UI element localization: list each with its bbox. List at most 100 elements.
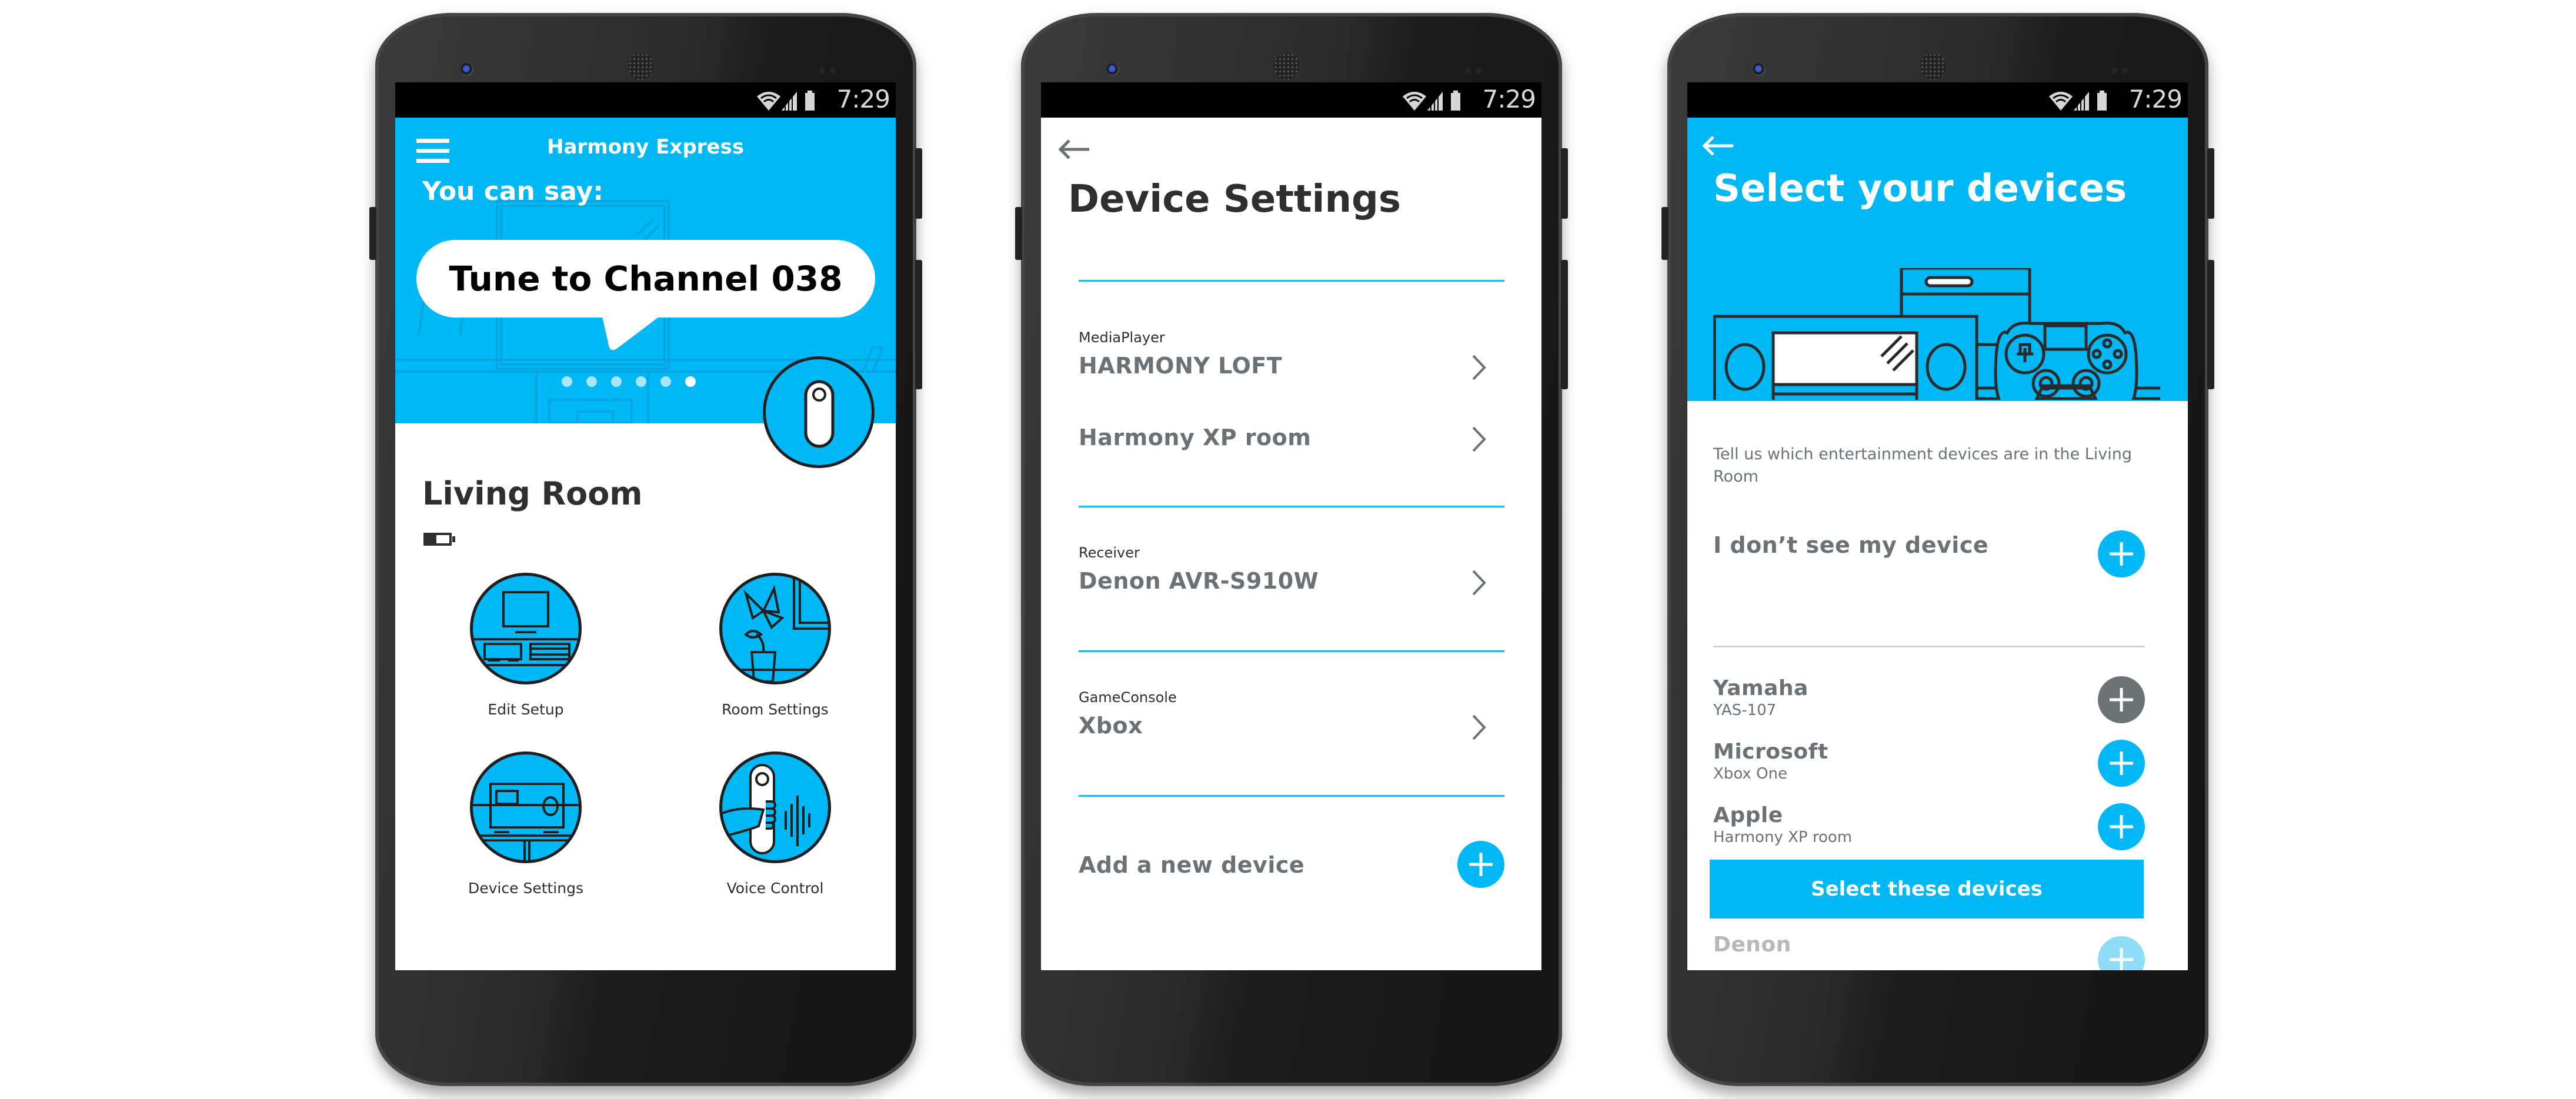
plant-room-icon xyxy=(719,573,831,684)
remote-button[interactable] xyxy=(763,356,875,468)
proximity-sensor xyxy=(1465,65,1489,74)
device-model: Harmony XP room xyxy=(1713,829,1853,846)
group-receiver: Receiver xyxy=(1079,545,1504,561)
clock: 7:29 xyxy=(2128,85,2183,113)
clock: 7:29 xyxy=(1482,85,1536,113)
device-brand: Denon xyxy=(1713,933,1791,957)
device-add-toggle[interactable] xyxy=(2098,740,2145,787)
tile-edit-setup[interactable]: Edit Setup xyxy=(438,573,614,718)
device-selected-toggle[interactable] xyxy=(2098,676,2145,723)
select-devices-button[interactable]: Select these devices xyxy=(1710,860,2144,918)
divider xyxy=(1079,280,1504,282)
battery-icon xyxy=(1451,91,1460,111)
status-bar: 7:29 xyxy=(1687,82,2188,118)
carousel-dot[interactable] xyxy=(636,376,646,387)
device-row[interactable]: Denon xyxy=(1713,933,2145,970)
chevron-right-icon xyxy=(1472,426,1486,452)
wifi-icon xyxy=(757,92,780,111)
device-model: Xbox One xyxy=(1713,765,1788,783)
carousel-dot[interactable] xyxy=(685,376,696,387)
earpiece-speaker xyxy=(628,53,654,80)
status-icons xyxy=(1403,91,1460,111)
status-icons xyxy=(2049,91,2107,111)
signal-icon xyxy=(782,92,797,111)
phone-device-settings: 7:29 Device Settings MediaPlayer HARMONY… xyxy=(1015,13,1568,1086)
remote-icon xyxy=(804,380,835,448)
bubble-tail xyxy=(601,312,666,350)
tile-label: Edit Setup xyxy=(488,701,564,718)
header-banner: Select your devices xyxy=(1687,118,2188,401)
room-name: Living Room xyxy=(422,475,643,512)
carousel-dot[interactable] xyxy=(660,376,671,387)
status-icons xyxy=(757,91,815,111)
not-found-label: I don’t see my device xyxy=(1713,532,1989,558)
device-row[interactable]: Denon AVR-S910W xyxy=(1079,568,1504,609)
front-camera xyxy=(1106,63,1119,76)
not-found-row[interactable]: I don’t see my device xyxy=(1713,525,2145,577)
battery-icon xyxy=(2097,91,2107,111)
proximity-sensor xyxy=(819,65,843,74)
device-brand: Yamaha xyxy=(1713,676,1808,700)
device-name: Denon AVR-S910W xyxy=(1079,568,1319,594)
phone-home: 7:29 Harmony Express You can say: Tune t… xyxy=(369,13,922,1086)
add-device-row[interactable]: Add a new device xyxy=(1079,841,1504,889)
device-row[interactable]: Yamaha YAS-107 xyxy=(1713,676,2145,729)
carousel-dot[interactable] xyxy=(562,376,572,387)
signal-icon xyxy=(2074,92,2089,111)
back-arrow-icon[interactable] xyxy=(1701,135,1734,156)
wifi-icon xyxy=(1403,92,1426,111)
device-row[interactable]: Xbox xyxy=(1079,713,1504,754)
tile-voice-control[interactable]: Voice Control xyxy=(687,751,863,897)
device-name: Xbox xyxy=(1079,713,1143,739)
device-name: HARMONY LOFT xyxy=(1079,353,1283,379)
status-bar: 7:29 xyxy=(1041,82,1541,118)
add-device-button[interactable] xyxy=(1457,841,1504,888)
clock: 7:29 xyxy=(836,85,890,113)
chevron-right-icon xyxy=(1472,355,1486,380)
tile-room-settings[interactable]: Room Settings xyxy=(687,573,863,718)
hub-battery-icon xyxy=(423,533,455,546)
add-unlisted-device-button[interactable] xyxy=(2098,530,2145,577)
voice-command-bubble: Tune to Channel 038 xyxy=(416,240,875,318)
add-device-label: Add a new device xyxy=(1079,852,1305,878)
divider xyxy=(1079,506,1504,507)
device-row[interactable]: Harmony XP room xyxy=(1079,425,1504,466)
back-arrow-icon[interactable] xyxy=(1057,139,1090,160)
category-label: GameConsole xyxy=(1079,689,1177,706)
carousel-dot[interactable] xyxy=(611,376,622,387)
receiver-icon xyxy=(470,751,582,863)
status-bar: 7:29 xyxy=(395,82,896,118)
device-row[interactable]: Microsoft Xbox One xyxy=(1713,740,2145,793)
phone-select-devices: 7:29 Select your devices Tell us which e… xyxy=(1661,13,2214,1086)
category-label: Receiver xyxy=(1079,545,1140,561)
earpiece-speaker xyxy=(1920,53,1946,80)
voice-remote-icon xyxy=(719,751,831,863)
tile-label: Room Settings xyxy=(722,701,829,718)
chevron-right-icon xyxy=(1472,570,1486,596)
carousel-dots[interactable] xyxy=(562,376,696,387)
carousel-dot[interactable] xyxy=(586,376,597,387)
wifi-icon xyxy=(2049,92,2073,111)
device-brand: Apple xyxy=(1713,803,1783,827)
prompt-label: You can say: xyxy=(422,176,603,206)
device-row[interactable]: Apple Harmony XP room xyxy=(1713,803,2145,856)
description: Tell us which entertainment devices are … xyxy=(1713,445,2133,486)
group-mediaplayer: MediaPlayer xyxy=(1079,329,1504,346)
earpiece-speaker xyxy=(1274,53,1300,80)
tile-label: Device Settings xyxy=(468,880,583,897)
page-title: Select your devices xyxy=(1713,167,2127,211)
signal-icon xyxy=(1427,92,1443,111)
tile-device-settings[interactable]: Device Settings xyxy=(438,751,614,897)
entertainment-devices-illustration xyxy=(1713,268,2160,400)
home-screen: 7:29 Harmony Express You can say: Tune t… xyxy=(395,82,896,970)
front-camera xyxy=(461,63,473,76)
device-row[interactable]: HARMONY LOFT xyxy=(1079,353,1504,394)
voice-command-text: Tune to Channel 038 xyxy=(449,259,843,299)
device-model: YAS-107 xyxy=(1713,702,1777,719)
select-devices-screen: 7:29 Select your devices Tell us which e… xyxy=(1687,82,2188,970)
tv-stand-icon xyxy=(470,573,582,684)
front-camera xyxy=(1753,63,1766,76)
device-brand: Microsoft xyxy=(1713,740,1828,764)
device-add-toggle[interactable] xyxy=(2098,803,2145,850)
divider xyxy=(1713,646,2145,647)
